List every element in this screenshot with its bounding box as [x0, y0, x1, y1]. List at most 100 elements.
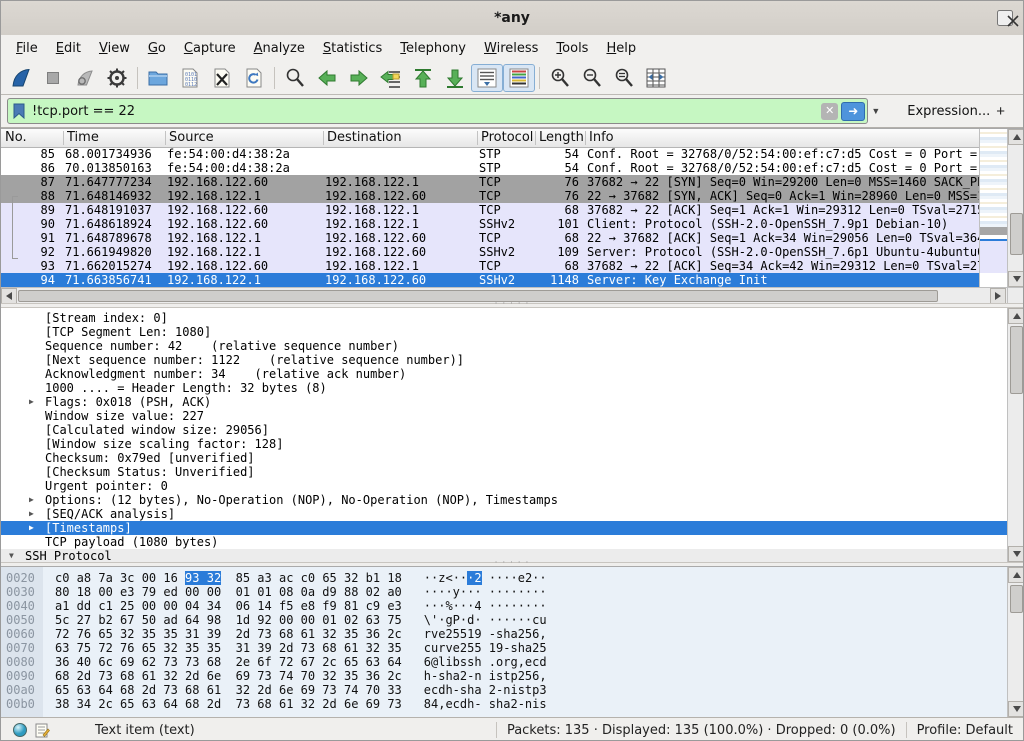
detail-tree-item[interactable]: Acknowledgment number: 34 (relative ack … [1, 367, 1007, 381]
hex-row[interactable]: 00a065 63 64 68 2d 73 68 61 32 2d 6e 69 … [1, 683, 1007, 697]
expression-button[interactable]: Expression... [907, 104, 990, 119]
hex-row[interactable]: 00505c 27 b2 67 50 ad 64 98 1d 92 00 00 … [1, 613, 1007, 627]
packet-row[interactable]: 8771.647777234192.168.122.60192.168.122.… [1, 175, 979, 189]
packet-list-vscrollbar[interactable] [1007, 129, 1024, 287]
restart-capture-button[interactable] [69, 64, 101, 92]
column-header-time[interactable]: Time [67, 130, 163, 145]
menu-item-tools[interactable]: Tools [547, 38, 597, 59]
hex-ascii[interactable]: 6@libssh .org,ecd [424, 655, 547, 669]
hex-row[interactable]: 006072 76 65 32 35 35 31 39 2d 73 68 61 … [1, 627, 1007, 641]
hex-ascii[interactable]: h-sha2-n istp256, [424, 669, 547, 683]
packet-row[interactable]: 8568.001734936fe:54:00:d4:38:2aSTP54Conf… [1, 147, 979, 161]
detail-tree-item[interactable]: [TCP Segment Len: 1080] [1, 325, 1007, 339]
filter-clear-button[interactable]: ✕ [821, 103, 838, 120]
capture-options-button[interactable] [101, 64, 133, 92]
column-divider[interactable] [63, 131, 64, 145]
menu-item-edit[interactable]: Edit [47, 38, 90, 59]
detail-tree-item[interactable]: Window size value: 227 [1, 409, 1007, 423]
menu-item-analyze[interactable]: Analyze [245, 38, 314, 59]
hex-bytes[interactable]: 5c 27 b2 67 50 ad 64 98 1d 92 00 00 01 0… [55, 613, 402, 627]
packet-row[interactable]: 9071.648618924192.168.122.60192.168.122.… [1, 217, 979, 231]
hex-ascii[interactable]: 84,ecdh- sha2-nis [424, 697, 547, 711]
scroll-left-button[interactable] [1, 288, 17, 304]
capture-comment-button[interactable] [31, 720, 53, 740]
detail-tree-item[interactable]: TCP payload (1080 bytes) [1, 535, 1007, 549]
hex-bytes[interactable]: a1 dd c1 25 00 00 04 34 06 14 f5 e8 f9 8… [55, 599, 402, 613]
detail-tree-item[interactable]: ▶Flags: 0x018 (PSH, ACK) [1, 395, 1007, 409]
go-back-button[interactable] [311, 64, 343, 92]
hex-ascii[interactable]: ····y··· ········ [424, 585, 547, 599]
column-divider[interactable] [585, 131, 586, 145]
scroll-right-button[interactable] [990, 288, 1006, 304]
scroll-down-button[interactable] [1008, 271, 1024, 287]
menu-item-telephony[interactable]: Telephony [391, 38, 475, 59]
zoom-out-button[interactable] [576, 64, 608, 92]
hex-row[interactable]: 0020c0 a8 7a 3c 00 16 93 32 85 a3 ac c0 … [1, 571, 1007, 585]
hex-bytes[interactable]: 38 34 2c 65 63 64 68 2d 73 68 61 32 2d 6… [55, 697, 402, 711]
hex-ascii[interactable]: ···%···4 ········ [424, 599, 547, 613]
go-first-packet-button[interactable] [407, 64, 439, 92]
hex-bytes[interactable]: c0 a8 7a 3c 00 16 93 32 85 a3 ac c0 65 3… [55, 571, 402, 585]
detail-tree-item[interactable]: ▶[Timestamps] [1, 521, 1007, 535]
collapsed-arrow-icon[interactable]: ▶ [29, 507, 34, 521]
expanded-arrow-icon[interactable]: ▼ [9, 549, 14, 562]
detail-tree-item[interactable]: 1000 .... = Header Length: 32 bytes (8) [1, 381, 1007, 395]
filter-history-dropdown[interactable]: ▼ [868, 99, 883, 123]
auto-scroll-toggle-button[interactable] [471, 64, 503, 92]
packet-row[interactable]: 8871.648146932192.168.122.1192.168.122.6… [1, 189, 979, 203]
detail-tree-item[interactable]: Urgent pointer: 0 [1, 479, 1007, 493]
packet-row[interactable]: 9471.663856741192.168.122.1192.168.122.6… [1, 273, 979, 287]
collapsed-arrow-icon[interactable]: ▶ [29, 493, 34, 507]
detail-tree-item[interactable]: [Checksum Status: Unverified] [1, 465, 1007, 479]
details-vscrollbar[interactable] [1007, 308, 1023, 562]
detail-tree-item[interactable]: Sequence number: 42 (relative sequence n… [1, 339, 1007, 353]
stop-capture-button[interactable] [37, 64, 69, 92]
start-capture-button[interactable] [5, 64, 37, 92]
filter-bookmark-button[interactable] [8, 100, 30, 122]
hex-bytes[interactable]: 36 40 6c 69 62 73 73 68 2e 6f 72 67 2c 6… [55, 655, 402, 669]
packet-row[interactable]: 9271.661949820192.168.122.1192.168.122.6… [1, 245, 979, 259]
scroll-thumb[interactable] [1010, 585, 1023, 613]
save-file-button[interactable]: 010101100112 [174, 64, 206, 92]
hex-row[interactable]: 0040a1 dd c1 25 00 00 04 34 06 14 f5 e8 … [1, 599, 1007, 613]
scroll-up-button[interactable] [1008, 129, 1024, 145]
packet-row[interactable]: 8670.013850163fe:54:00:d4:38:2aSTP54Conf… [1, 161, 979, 175]
column-divider[interactable] [535, 131, 536, 145]
hex-ascii[interactable]: curve255 19-sha25 [424, 641, 547, 655]
scroll-down-button[interactable] [1008, 701, 1023, 717]
add-filter-button[interactable]: + [990, 103, 1011, 120]
bytes-vscrollbar[interactable] [1007, 567, 1023, 717]
hex-bytes[interactable]: 72 76 65 32 35 35 31 39 2d 73 68 61 32 3… [55, 627, 402, 641]
zoom-in-button[interactable] [544, 64, 576, 92]
column-header-destination[interactable]: Destination [327, 130, 473, 145]
zoom-reset-button[interactable] [608, 64, 640, 92]
hex-row[interactable]: 008036 40 6c 69 62 73 73 68 2e 6f 72 67 … [1, 655, 1007, 669]
detail-tree-item[interactable]: [Window size scaling factor: 128] [1, 437, 1007, 451]
hex-ascii[interactable]: \'·gP·d· ······cu [424, 613, 547, 627]
column-header-no[interactable]: No. [5, 130, 61, 145]
packet-row[interactable]: 9371.662015274192.168.122.60192.168.122.… [1, 259, 979, 273]
detail-tree-item[interactable]: ▶Options: (12 bytes), No-Operation (NOP)… [1, 493, 1007, 507]
collapsed-arrow-icon[interactable]: ▶ [29, 395, 34, 409]
hex-row[interactable]: 00b038 34 2c 65 63 64 68 2d 73 68 61 32 … [1, 697, 1007, 711]
filter-apply-button[interactable]: ➜ [841, 102, 865, 121]
menu-item-wireless[interactable]: Wireless [475, 38, 547, 59]
column-header-source[interactable]: Source [169, 130, 319, 145]
hex-bytes[interactable]: 63 75 72 76 65 32 35 35 31 39 2d 73 68 6… [55, 641, 402, 655]
detail-tree-item[interactable]: [Next sequence number: 1122 (relative se… [1, 353, 1007, 367]
column-divider[interactable] [323, 131, 324, 145]
profile-label[interactable]: Profile: Default [917, 723, 1013, 738]
column-header-length[interactable]: Length [539, 130, 583, 145]
menu-item-help[interactable]: Help [597, 38, 645, 59]
scroll-down-button[interactable] [1008, 546, 1023, 562]
hex-ascii[interactable]: rve25519 -sha256, [424, 627, 547, 641]
hex-ascii[interactable]: ecdh-sha 2-nistp3 [424, 683, 547, 697]
hex-ascii[interactable]: ··z<···2 ····e2·· [424, 571, 547, 585]
scroll-thumb[interactable] [1010, 326, 1023, 394]
detail-tree-item[interactable]: ▶[SEQ/ACK analysis] [1, 507, 1007, 521]
detail-tree-item[interactable]: [Stream index: 0] [1, 311, 1007, 325]
display-filter-input[interactable] [30, 104, 821, 119]
menu-item-file[interactable]: File [7, 38, 47, 59]
menu-item-view[interactable]: View [90, 38, 139, 59]
column-divider[interactable] [165, 131, 166, 145]
